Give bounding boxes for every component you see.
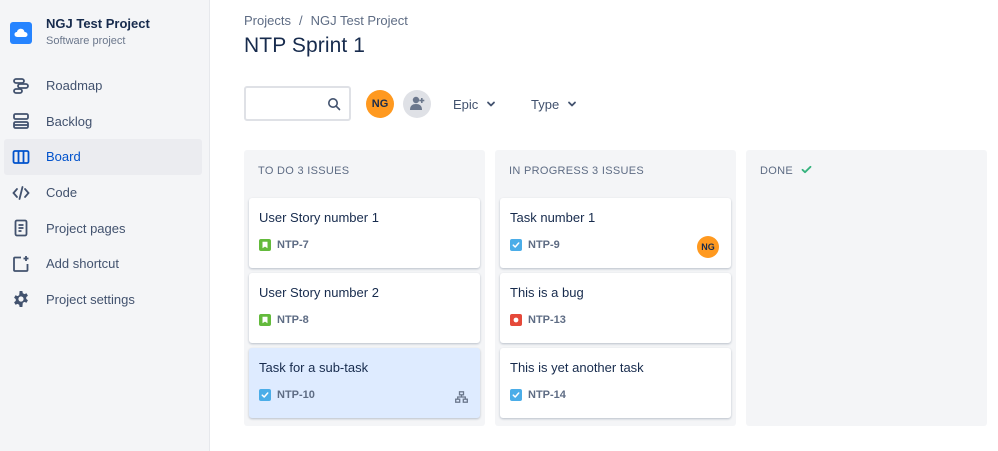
- search-icon[interactable]: [327, 97, 341, 116]
- avatar[interactable]: NG: [366, 90, 394, 118]
- sidebar-item-label: Board: [46, 149, 81, 165]
- issue-card[interactable]: User Story number 1 NTP-7: [249, 198, 480, 268]
- task-icon: [510, 239, 522, 251]
- sidebar-item-board[interactable]: Board: [4, 139, 202, 175]
- roadmap-icon: [11, 76, 31, 96]
- chevron-down-icon: [486, 97, 496, 112]
- backlog-icon: [11, 111, 31, 131]
- issue-key: NTP-13: [528, 314, 566, 326]
- sidebar-item-code[interactable]: Code: [4, 175, 202, 211]
- issue-key: NTP-14: [528, 389, 566, 401]
- type-filter-label: Type: [531, 96, 560, 112]
- board-column-todo: TO DO 3 ISSUES User Story number 1 NTP-7…: [244, 150, 485, 426]
- type-filter[interactable]: Type: [531, 94, 577, 114]
- search-input[interactable]: [252, 94, 322, 114]
- issue-card[interactable]: This is a bug NTP-13: [500, 273, 731, 343]
- sidebar-item-label: Roadmap: [46, 78, 103, 94]
- add-people-button[interactable]: [403, 90, 431, 118]
- page-icon: [11, 218, 31, 238]
- project-header[interactable]: NGJ Test Project Software project: [10, 14, 150, 48]
- card-title: This is yet another task: [510, 360, 644, 375]
- board-toolbar: NG Epic Type: [244, 86, 944, 122]
- project-name: NGJ Test Project: [46, 16, 150, 31]
- story-icon: [259, 239, 271, 251]
- epic-filter[interactable]: Epic: [453, 94, 496, 114]
- card-title: User Story number 1: [259, 210, 379, 225]
- cloud-icon: [10, 22, 32, 44]
- issue-card[interactable]: User Story number 2 NTP-8: [249, 273, 480, 343]
- code-icon: [11, 183, 31, 203]
- sidebar-item-add-shortcut[interactable]: Add shortcut: [4, 246, 202, 282]
- breadcrumb: Projects / NGJ Test Project: [244, 13, 408, 28]
- sidebar-item-label: Project settings: [46, 291, 135, 307]
- epic-filter-label: Epic: [453, 96, 479, 112]
- add-shortcut-icon: [11, 254, 31, 274]
- sidebar-item-project-settings[interactable]: Project settings: [4, 282, 202, 318]
- issue-key: NTP-10: [277, 389, 315, 401]
- sidebar-item-roadmap[interactable]: Roadmap: [4, 68, 202, 104]
- column-title: TO DO 3 ISSUES: [258, 165, 350, 177]
- sidebar-item-project-pages[interactable]: Project pages: [4, 210, 202, 246]
- column-header: IN PROGRESS 3 ISSUES: [509, 165, 644, 177]
- board-icon: [11, 147, 31, 167]
- chevron-down-icon: [567, 97, 577, 112]
- card-title: Task number 1: [510, 210, 596, 225]
- check-icon: [801, 165, 812, 177]
- card-title: User Story number 2: [259, 285, 379, 300]
- page-title: NTP Sprint 1: [244, 34, 366, 57]
- assignee-avatar[interactable]: NG: [697, 236, 719, 258]
- breadcrumb-project[interactable]: NGJ Test Project: [311, 13, 408, 28]
- story-icon: [259, 314, 271, 326]
- sidebar-item-label: Code: [46, 185, 78, 201]
- task-icon: [259, 389, 271, 401]
- bug-icon: [510, 314, 522, 326]
- sidebar: NGJ Test Project Software project Roadma…: [0, 0, 210, 451]
- issue-key: NTP-7: [277, 239, 309, 251]
- board-column-in-progress: IN PROGRESS 3 ISSUES Task number 1 NTP-9…: [495, 150, 736, 426]
- breadcrumb-separator: /: [298, 13, 303, 28]
- sidebar-item-label: Backlog: [46, 113, 93, 129]
- column-header: DONE: [760, 165, 812, 177]
- issue-card[interactable]: Task number 1 NTP-9 NG: [500, 198, 731, 268]
- issue-card[interactable]: This is yet another task NTP-14: [500, 348, 731, 418]
- card-title: Task for a sub-task: [259, 360, 369, 375]
- board-column-done: DONE: [746, 150, 987, 426]
- issue-key: NTP-8: [277, 314, 309, 326]
- search-box[interactable]: [244, 86, 351, 121]
- sidebar-item-backlog[interactable]: Backlog: [4, 104, 202, 140]
- issue-card[interactable]: Task for a sub-task NTP-10: [249, 348, 480, 418]
- project-type: Software project: [46, 35, 126, 47]
- sidebar-nav: Roadmap Backlog Board Code Project pages: [4, 68, 202, 317]
- gear-icon: [11, 289, 31, 309]
- issue-key: NTP-9: [528, 239, 560, 251]
- task-icon: [510, 389, 522, 401]
- subtask-icon: [455, 390, 468, 408]
- card-title: This is a bug: [510, 285, 584, 300]
- column-title: IN PROGRESS 3 ISSUES: [509, 165, 644, 177]
- add-person-icon: [408, 94, 426, 115]
- column-header: TO DO 3 ISSUES: [258, 165, 349, 177]
- sidebar-item-label: Add shortcut: [46, 256, 119, 272]
- column-title: DONE: [760, 165, 793, 177]
- sidebar-item-label: Project pages: [46, 220, 126, 236]
- breadcrumb-projects[interactable]: Projects: [244, 13, 291, 28]
